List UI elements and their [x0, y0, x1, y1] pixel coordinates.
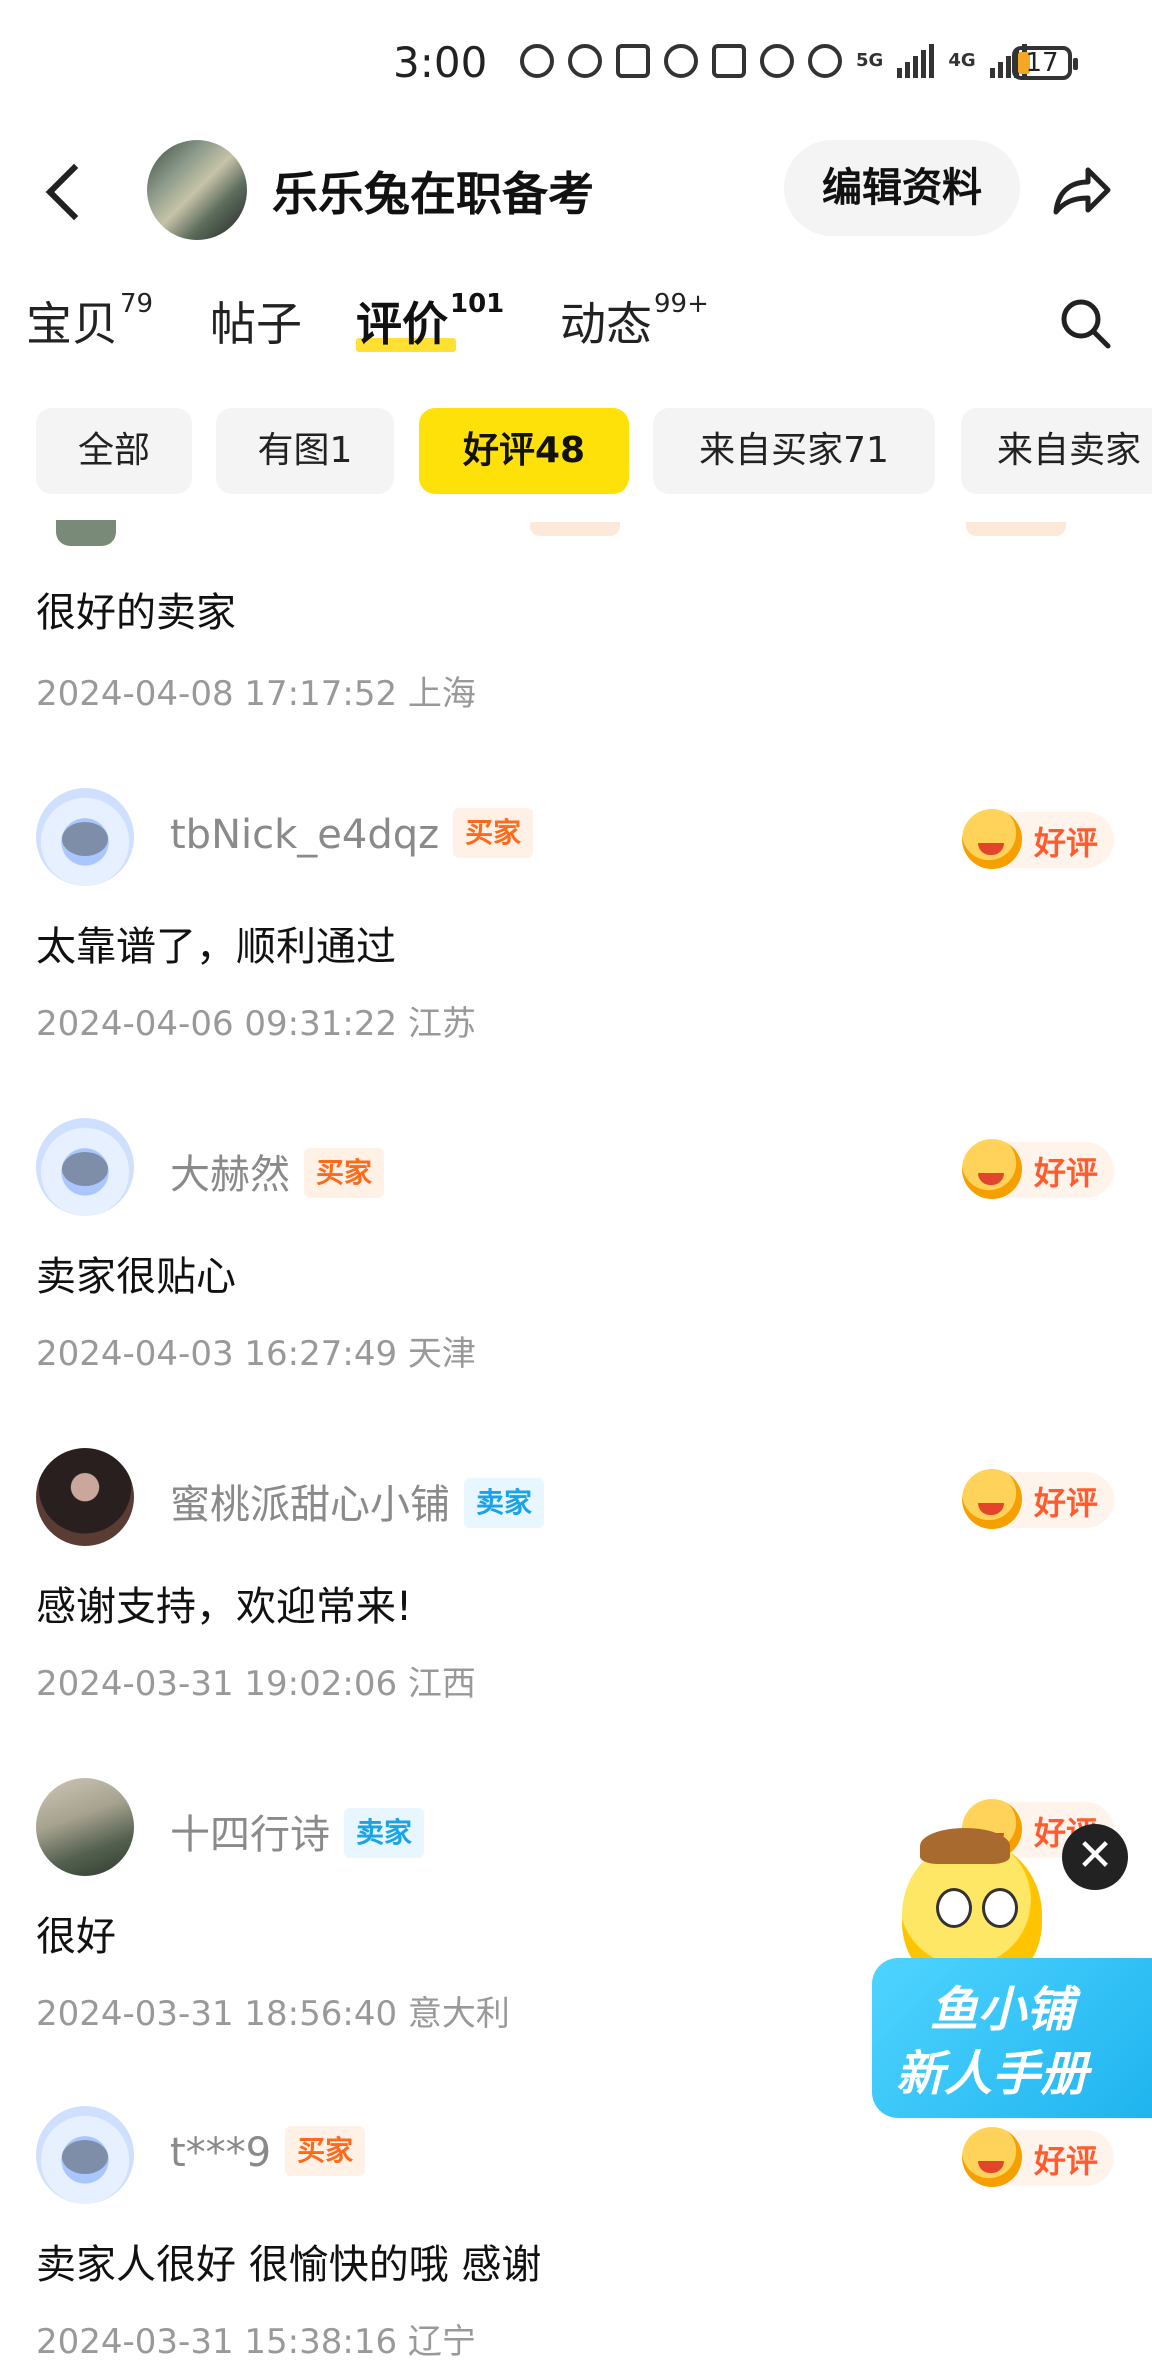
rating-label: 好评: [1034, 1154, 1099, 1192]
rating-label: 好评: [1034, 824, 1099, 862]
reviewer-name-text: tbNick_e4dqz: [170, 812, 440, 858]
role-badge: 卖家: [464, 1478, 545, 1528]
smile-face-icon: [962, 2127, 1022, 2187]
reviewer-name: 大赫然 买家: [170, 1142, 385, 1202]
filter-from-sellers[interactable]: 来自卖家: [961, 408, 1152, 494]
profile-header: 乐乐兔在职备考 编辑资料: [0, 130, 1152, 250]
review-meta: 2024-03-31 18:56:40 意大利: [36, 1994, 510, 2034]
tab-items[interactable]: 宝贝79: [26, 288, 153, 354]
status-bar: 3:00 5G 4G 17: [0, 0, 1152, 130]
tab-label: 宝贝: [26, 297, 118, 351]
reviewer-name-text: 大赫然: [170, 1152, 290, 1198]
tab-label: 评价: [356, 297, 448, 351]
review-meta: 2024-04-08 17:17:52 上海: [36, 674, 476, 714]
filter-all[interactable]: 全部: [36, 408, 192, 494]
promo-title: 鱼小铺: [930, 1982, 1075, 2038]
role-badge: 买家: [453, 808, 534, 858]
review-content: 卖家人很好 很愉快的哦 感谢: [36, 2242, 542, 2288]
review-meta: 2024-03-31 15:38:16 辽宁: [36, 2322, 476, 2362]
content-tabs: 宝贝79 帖子 评价101 动态99+: [0, 270, 1152, 370]
review-meta: 2024-03-31 19:02:06 江西: [36, 1664, 476, 1704]
tab-posts[interactable]: 帖子: [210, 288, 302, 354]
rating-label: 好评: [1034, 1484, 1099, 1522]
wifi-icon: [808, 44, 842, 78]
eye-icon: [568, 44, 602, 78]
rating-badge: 好评: [962, 1469, 1114, 1529]
shop-avatar[interactable]: [147, 140, 247, 240]
promo-subtitle: 新人手册: [896, 2046, 1089, 2102]
filter-from-buyers[interactable]: 来自买家71: [653, 408, 935, 494]
role-badge: 卖家: [344, 1808, 425, 1858]
promo-card[interactable]: 鱼小铺 新人手册: [872, 1958, 1152, 2118]
smile-face-icon: [962, 1469, 1022, 1529]
newbie-guide-promo[interactable]: 鱼小铺 新人手册 ✕: [872, 1820, 1152, 2120]
reviewer-name-text: 十四行诗: [170, 1812, 330, 1858]
reviewer-name: t***9 买家: [170, 2126, 366, 2180]
role-badge: 买家: [285, 2126, 366, 2176]
hd-icon: [520, 44, 554, 78]
filter-with-images[interactable]: 有图1: [216, 408, 394, 494]
tab-count: 99+: [654, 288, 709, 319]
review-meta: 2024-04-06 09:31:22 江苏: [36, 1004, 476, 1044]
mute-icon: [760, 44, 794, 78]
battery-level: 17: [1025, 48, 1059, 78]
avatar[interactable]: [36, 788, 134, 886]
status-icons: 5G 4G: [520, 44, 1027, 78]
review-content: 很好的卖家: [36, 590, 236, 636]
reviewer-name: 十四行诗 卖家: [170, 1802, 425, 1862]
review-content: 感谢支持，欢迎常来!: [36, 1584, 413, 1630]
badge-partial: [530, 522, 620, 536]
review-filter-bar: 全部 有图1 好评48 来自买家71 来自卖家: [36, 408, 1152, 494]
smile-face-icon: [962, 809, 1022, 869]
share-icon[interactable]: [1048, 158, 1112, 222]
reviewer-name: tbNick_e4dqz 买家: [170, 808, 534, 862]
rating-badge: 好评: [962, 2127, 1114, 2187]
avatar[interactable]: [36, 2106, 134, 2204]
tab-label: 帖子: [210, 297, 302, 351]
network-5g-label: 5G: [856, 50, 884, 71]
alarm-icon: [664, 44, 698, 78]
tab-count: 101: [450, 288, 505, 319]
reviewer-name-text: t***9: [170, 2130, 272, 2176]
review-content: 卖家很贴心: [36, 1254, 236, 1300]
tab-count: 79: [120, 288, 154, 319]
back-arrow-icon[interactable]: [40, 162, 96, 218]
avatar: [56, 520, 116, 546]
avatar[interactable]: [36, 1448, 134, 1546]
review-meta: 2024-04-03 16:27:49 天津: [36, 1334, 476, 1374]
filter-positive[interactable]: 好评48: [419, 408, 629, 494]
reviewer-name: 蜜桃派甜心小铺 卖家: [170, 1472, 545, 1532]
tab-activity[interactable]: 动态99+: [560, 288, 709, 354]
shop-name: 乐乐兔在职备考: [272, 167, 594, 221]
bluetooth-icon: [712, 44, 746, 78]
signal-5g-icon: [897, 44, 935, 78]
review-content: 很好: [36, 1914, 116, 1960]
rating-badge: 好评: [962, 1139, 1114, 1199]
network-4g-label: 4G: [948, 50, 976, 71]
close-icon[interactable]: ✕: [1062, 1824, 1128, 1890]
rating-partial: [966, 522, 1066, 536]
battery-icon: 17: [1012, 46, 1078, 80]
search-icon[interactable]: [1058, 296, 1112, 350]
avatar[interactable]: [36, 1778, 134, 1876]
status-time: 3:00: [393, 38, 488, 87]
avatar[interactable]: [36, 1118, 134, 1216]
rating-label: 好评: [1034, 2142, 1099, 2180]
tab-reviews[interactable]: 评价101: [356, 288, 504, 354]
rating-badge: 好评: [962, 809, 1114, 869]
nfc-icon: [616, 44, 650, 78]
smile-face-icon: [962, 1139, 1022, 1199]
review-content: 太靠谱了，顺利通过: [36, 924, 396, 970]
edit-profile-button[interactable]: 编辑资料: [784, 140, 1020, 236]
role-badge: 买家: [304, 1148, 385, 1198]
reviewer-name-text: 蜜桃派甜心小铺: [170, 1482, 450, 1528]
tab-label: 动态: [560, 297, 652, 351]
